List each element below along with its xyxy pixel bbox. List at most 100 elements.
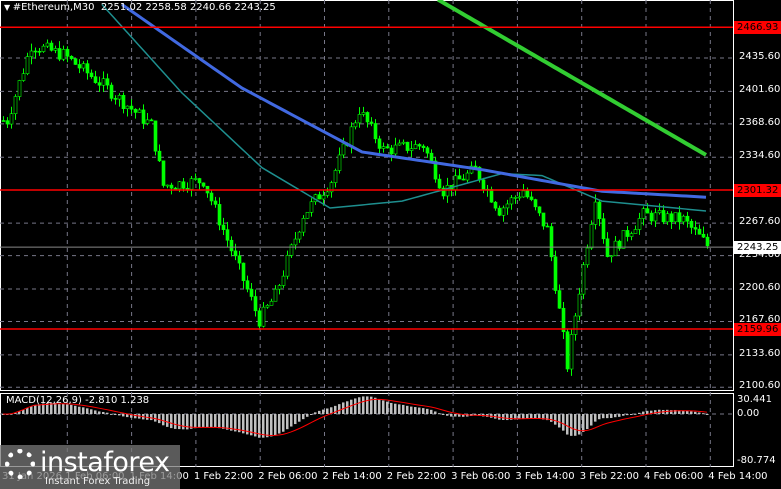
- candle-body: [673, 212, 678, 223]
- macd-histogram-bar: [182, 414, 185, 430]
- candle-body: [245, 280, 250, 290]
- candle-body: [297, 231, 302, 240]
- time-tick: 4 Feb 14:00: [708, 471, 768, 482]
- candle-body: [113, 98, 118, 100]
- candle-body: [621, 230, 626, 249]
- macd-histogram-bar: [26, 407, 29, 414]
- macd-histogram-bar: [122, 414, 125, 417]
- candle-body: [53, 48, 58, 51]
- macd-histogram-bar: [294, 414, 297, 425]
- candle-body: [225, 229, 230, 241]
- macd-histogram-bar: [590, 414, 593, 426]
- candle-body: [145, 119, 150, 124]
- candle-body: [81, 63, 86, 69]
- macd-histogram-bar: [198, 414, 201, 428]
- candle-body: [173, 187, 178, 190]
- macd-histogram-bar: [114, 414, 117, 415]
- candle-body: [573, 315, 578, 335]
- macd-histogram-bar: [134, 414, 137, 419]
- macd-histogram-bar: [394, 403, 397, 414]
- macd-histogram-bar: [630, 414, 633, 415]
- candle-body: [457, 175, 462, 180]
- candle-body: [581, 264, 586, 295]
- candle-body: [549, 226, 554, 258]
- candle-body: [685, 215, 690, 222]
- macd-histogram-bar: [414, 407, 417, 414]
- macd-histogram-bar: [270, 414, 273, 437]
- macd-histogram-bar: [318, 410, 321, 414]
- macd-histogram-bar: [434, 411, 437, 414]
- macd-histogram-bar: [606, 414, 609, 419]
- macd-histogram-bar: [402, 404, 405, 414]
- candle-body: [369, 121, 374, 124]
- macd-histogram-bar: [702, 413, 705, 415]
- candle-body: [513, 197, 518, 199]
- candle-body: [233, 250, 238, 257]
- candle-body: [73, 58, 78, 65]
- candle-body: [193, 178, 198, 180]
- logo-name: instaforex: [40, 447, 170, 478]
- macd-histogram-bar: [274, 414, 277, 436]
- candle-body: [157, 150, 162, 162]
- candle-body: [269, 300, 274, 306]
- macd-histogram-bar: [98, 411, 101, 414]
- candle-body: [229, 239, 234, 252]
- macd-histogram-bar: [422, 408, 425, 414]
- candle-body: [461, 178, 466, 181]
- candle-body: [605, 238, 610, 257]
- macd-histogram-bar: [214, 414, 217, 428]
- candle-body: [201, 182, 206, 187]
- candle-body: [381, 146, 386, 149]
- macd-histogram-bar: [566, 414, 569, 435]
- candle-body: [65, 49, 70, 57]
- macd-histogram-bar: [94, 410, 97, 414]
- macd-histogram-bar: [410, 406, 413, 414]
- candle-body: [97, 82, 102, 86]
- price-tick: 2401.60: [739, 84, 781, 96]
- candle-body: [537, 206, 542, 214]
- candle-body: [41, 45, 46, 52]
- candle-body: [701, 233, 706, 238]
- logo-tagline: Instant Forex Trading: [45, 476, 151, 487]
- macd-histogram-bar: [154, 414, 157, 422]
- candle-body: [37, 50, 42, 53]
- price-tick: 2133.60: [739, 347, 781, 359]
- macd-histogram-bar: [194, 414, 197, 429]
- candle-body: [325, 191, 330, 196]
- price-tick: 2435.60: [739, 51, 781, 62]
- macd-histogram-bar: [398, 404, 401, 414]
- candle-body: [393, 144, 398, 155]
- macd-histogram-bar: [106, 412, 109, 414]
- candle-body: [141, 109, 146, 124]
- candle-body: [437, 178, 442, 189]
- price-chart[interactable]: [0, 0, 781, 489]
- time-tick: 4 Feb 06:00: [644, 471, 704, 482]
- candle-body: [629, 233, 634, 237]
- candle-body: [657, 210, 662, 214]
- macd-histogram-bar: [34, 405, 37, 414]
- macd-histogram-bar: [454, 414, 457, 417]
- candle-body: [665, 213, 670, 223]
- candle-body: [13, 96, 18, 115]
- macd-histogram-bar: [378, 399, 381, 414]
- candle-body: [577, 293, 582, 317]
- macd-histogram-bar: [594, 414, 597, 422]
- macd-max: 30.441: [737, 394, 772, 405]
- macd-histogram-bar: [642, 411, 645, 414]
- macd-histogram-bar: [438, 413, 441, 415]
- candle-body: [377, 138, 382, 149]
- candle-body: [213, 200, 218, 205]
- macd-histogram-bar: [614, 414, 617, 418]
- macd-histogram-bar: [442, 414, 445, 415]
- macd-histogram-bar: [574, 414, 577, 436]
- candle-body: [361, 112, 366, 115]
- candle-body: [421, 145, 426, 149]
- candle-body: [405, 141, 410, 151]
- candle-body: [401, 141, 406, 144]
- macd-histogram-bar: [278, 414, 281, 434]
- macd-histogram-bar: [170, 414, 173, 429]
- candle-body: [521, 190, 526, 198]
- macd-histogram-bar: [222, 414, 225, 429]
- macd-histogram-bar: [354, 398, 357, 414]
- candle-body: [185, 188, 190, 190]
